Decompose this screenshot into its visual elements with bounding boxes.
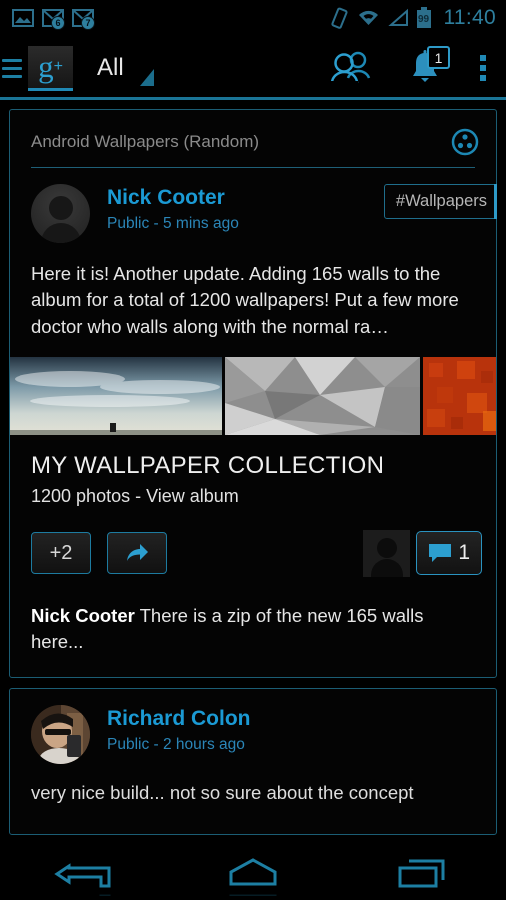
signal-icon [387,8,408,26]
plus-one-button[interactable]: +2 [31,532,91,575]
comment-preview[interactable]: Nick Cooter There is a zip of the new 16… [10,597,496,677]
post-action-row: +2 1 [10,507,496,597]
post-card[interactable]: Android Wallpapers (Random) Nick Cooter … [9,109,498,678]
home-nav-icon[interactable] [169,852,338,896]
notification-bell-icon[interactable]: 1 [406,46,450,87]
post-author-info: Richard Colon Public - 2 hours ago [107,705,251,754]
status-bar-left-icons: 6 7 [12,8,95,30]
android-screen: 6 7 99 11:40 g + All 1 Android Wallpaper… [0,0,506,900]
post-tag-chip[interactable]: #Wallpapers [383,184,498,219]
google-plus-logo-plus: + [53,57,63,75]
wifi-icon [358,10,378,25]
stream-card-header: Android Wallpapers (Random) [10,110,496,167]
post-author-name[interactable]: Richard Colon [107,707,251,731]
share-arrow-icon [127,544,148,562]
app-action-bar: g + All 1 [0,36,506,100]
post-author-info: Nick Cooter Public - 5 mins ago [107,184,239,233]
back-nav-icon[interactable] [0,852,169,896]
action-bar-buttons: 1 [328,46,492,87]
post-meta: Public - 5 mins ago [107,215,239,232]
battery-icon: 99 [416,7,432,29]
comment-bubble-icon [429,544,452,563]
share-button[interactable] [107,532,167,575]
commenter-avatar[interactable] [363,529,411,577]
comment-author: Nick Cooter [31,604,135,626]
hamburger-menu-icon[interactable] [0,58,22,78]
mail-badge-1: 6 [51,16,65,30]
notification-count-badge: 1 [427,46,450,69]
post-body-text: very nice build... not so sure about the… [31,781,414,803]
status-bar-right-icons: 99 11:40 [329,6,497,30]
post-card[interactable]: Richard Colon Public - 2 hours ago very … [9,687,497,835]
google-plus-logo[interactable]: g + [28,45,73,91]
post-author-row[interactable]: Richard Colon Public - 2 hours ago [10,689,496,764]
dropdown-caret-icon[interactable] [139,69,154,86]
avatar[interactable] [31,184,90,243]
post-author-name[interactable]: Nick Cooter [107,186,239,210]
stream-selector-title[interactable]: All [97,54,124,82]
people-circles-icon[interactable] [328,49,376,87]
thumbnail-orange-pixels[interactable] [423,356,496,435]
system-navigation-bar [0,848,506,900]
google-plus-logo-g: g [38,49,54,84]
post-meta: Public - 2 hours ago [107,735,245,753]
post-feed[interactable]: Android Wallpapers (Random) Nick Cooter … [0,100,506,848]
mail-icon-2: 7 [72,8,95,30]
comment-count: 1 [458,541,470,565]
post-comment-group: 1 [363,529,482,577]
album-title[interactable]: MY WALLPAPER COLLECTION [10,435,496,480]
post-author-row[interactable]: Nick Cooter Public - 5 mins ago #Wallpap… [10,168,498,243]
thumbnail-gray-polygons[interactable] [225,356,420,435]
battery-level: 99 [417,14,430,25]
status-bar: 6 7 99 11:40 [0,0,506,36]
photo-icon [12,9,34,27]
thumbnail-sky-lighthouse[interactable] [10,356,222,435]
mail-badge-2: 7 [81,16,95,30]
comment-button[interactable]: 1 [416,531,482,576]
mail-icon-1: 6 [42,8,65,30]
album-subtitle[interactable]: 1200 photos - View album [10,480,496,507]
vibrate-icon [330,7,348,29]
overflow-menu-icon[interactable] [474,55,492,81]
status-bar-clock: 11:40 [443,6,496,29]
post-body-text: Here it is! Another update. Adding 165 w… [31,263,459,337]
circles-icon[interactable] [450,127,480,157]
recents-nav-icon[interactable] [337,852,506,896]
stream-header-title: Android Wallpapers (Random) [31,132,260,151]
album-thumbnail-strip[interactable] [10,356,496,435]
avatar[interactable] [31,704,90,764]
